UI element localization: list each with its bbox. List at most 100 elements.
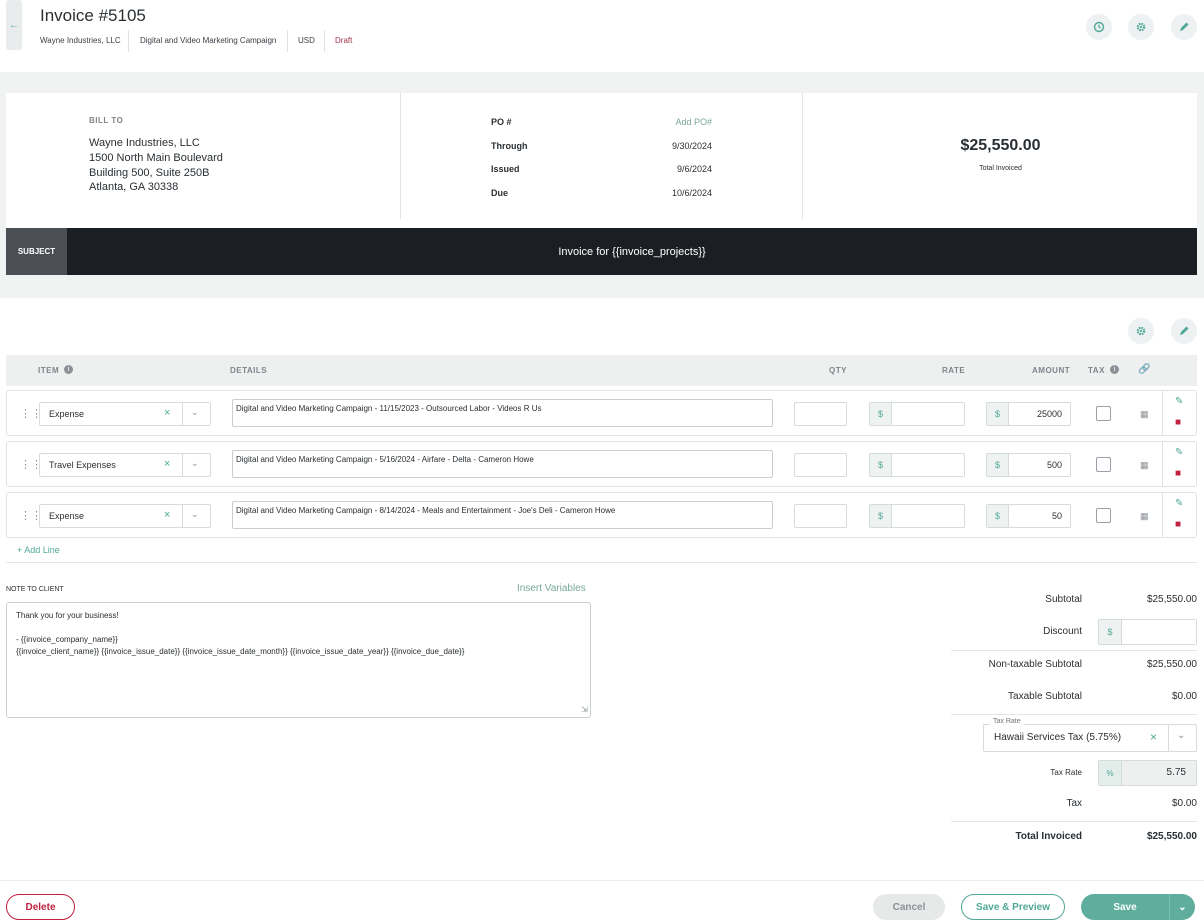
amount-input[interactable]: $ 25000 bbox=[986, 402, 1071, 426]
through-date[interactable]: 9/30/2024 bbox=[622, 141, 712, 151]
currency-symbol: $ bbox=[987, 454, 1009, 476]
back-button[interactable]: ← bbox=[6, 0, 22, 50]
rate-input[interactable]: $ bbox=[869, 504, 965, 528]
chevron-down-icon: ⌄ bbox=[1178, 901, 1187, 913]
currency-symbol: $ bbox=[870, 505, 892, 527]
delete-button[interactable]: Delete bbox=[6, 894, 75, 920]
tax-checkbox[interactable] bbox=[1096, 457, 1111, 472]
amount-value: 25000 bbox=[1036, 409, 1062, 419]
add-line-button[interactable]: + Add Line bbox=[17, 545, 60, 555]
add-po-link[interactable]: Add PO# bbox=[622, 117, 712, 127]
chevron-down-icon[interactable]: ⌄ bbox=[191, 407, 199, 418]
tax-rate-legend: Tax Rate bbox=[990, 718, 1024, 725]
drag-handle-icon[interactable]: ⋮⋮ bbox=[20, 459, 42, 471]
item-select[interactable]: Travel Expenses × ⌄ bbox=[39, 453, 211, 477]
cancel-button[interactable]: Cancel bbox=[873, 894, 945, 920]
clear-icon[interactable]: × bbox=[164, 407, 170, 419]
calculator-icon[interactable]: ▦ bbox=[1140, 511, 1149, 521]
link-icon[interactable]: 🔗 bbox=[1138, 364, 1150, 375]
subtotal-value: $25,550.00 bbox=[1146, 594, 1197, 605]
rate-input[interactable]: $ bbox=[869, 402, 965, 426]
tax-rate-label: Tax Rate bbox=[1050, 768, 1082, 777]
divider bbox=[802, 93, 803, 219]
save-preview-button[interactable]: Save & Preview bbox=[961, 894, 1065, 920]
resize-handle-icon[interactable]: ⇲ bbox=[581, 704, 588, 716]
pencil-icon[interactable]: ✎ bbox=[1175, 396, 1183, 407]
subject-text[interactable]: Invoice for {{invoice_projects}} bbox=[67, 228, 1197, 275]
details-input[interactable]: Digital and Video Marketing Campaign - 8… bbox=[232, 501, 773, 529]
save-options-button[interactable]: ⌄ bbox=[1169, 894, 1195, 920]
clear-icon[interactable]: × bbox=[1150, 730, 1157, 744]
tax-rate-select[interactable]: Hawaii Services Tax (5.75%) × ⌄ bbox=[983, 724, 1197, 752]
note-line: {{invoice_client_name}} {{invoice_issue_… bbox=[16, 647, 465, 656]
info-icon[interactable]: i bbox=[1110, 365, 1119, 374]
qty-input[interactable] bbox=[794, 504, 847, 528]
col-qty: QTY bbox=[829, 366, 847, 375]
trash-icon[interactable]: ■ bbox=[1175, 417, 1181, 428]
trash-icon[interactable]: ■ bbox=[1175, 519, 1181, 530]
table-row: ⋮⋮ Expense × ⌄ Digital and Video Marketi… bbox=[6, 492, 1197, 538]
details-input[interactable]: Digital and Video Marketing Campaign - 5… bbox=[232, 450, 773, 478]
subject-label: SUBJECT bbox=[6, 228, 67, 275]
amount-input[interactable]: $ 50 bbox=[986, 504, 1071, 528]
tax-rate-selected: Hawaii Services Tax (5.75%) bbox=[994, 732, 1122, 743]
history-icon bbox=[1093, 21, 1105, 33]
amount-input[interactable]: $ 500 bbox=[986, 453, 1071, 477]
due-label: Due bbox=[491, 188, 509, 198]
invoice-total-label: Total Invoiced bbox=[979, 165, 1022, 172]
invoice-total: $25,550.00 bbox=[960, 137, 1041, 154]
edit-button[interactable] bbox=[1171, 14, 1197, 40]
percent-symbol: % bbox=[1099, 761, 1122, 785]
bill-to-name: Wayne Industries, LLC bbox=[89, 137, 200, 149]
chevron-down-icon[interactable]: ⌄ bbox=[1177, 730, 1185, 741]
history-button[interactable] bbox=[1086, 14, 1112, 40]
total-invoiced-value: $25,550.00 bbox=[1146, 831, 1197, 842]
info-icon[interactable]: i bbox=[64, 365, 73, 374]
save-button[interactable]: Save bbox=[1081, 894, 1169, 920]
discount-input[interactable]: $ bbox=[1098, 619, 1197, 645]
rate-input[interactable]: $ bbox=[869, 453, 965, 477]
tax-checkbox[interactable] bbox=[1096, 406, 1111, 421]
due-date[interactable]: 10/6/2024 bbox=[622, 188, 712, 198]
divider bbox=[324, 30, 325, 52]
divider bbox=[400, 93, 401, 219]
item-select[interactable]: Expense × ⌄ bbox=[39, 504, 211, 528]
total-invoiced-label: Total Invoiced bbox=[1015, 831, 1083, 842]
currency-symbol: $ bbox=[870, 454, 892, 476]
tax-rate-input[interactable]: % 5.75 bbox=[1098, 760, 1197, 786]
line-items-header: ITEM i DETAILS QTY RATE AMOUNT TAX i 🔗 bbox=[6, 355, 1197, 386]
calculator-icon[interactable]: ▦ bbox=[1140, 460, 1149, 470]
chevron-down-icon[interactable]: ⌄ bbox=[191, 509, 199, 520]
currency-symbol: $ bbox=[987, 403, 1009, 425]
gear-icon bbox=[1136, 22, 1146, 32]
qty-input[interactable] bbox=[794, 402, 847, 426]
clear-icon[interactable]: × bbox=[164, 458, 170, 470]
invoice-header: ← Invoice #5105 Wayne Industries, LLC Di… bbox=[0, 0, 1204, 72]
issued-date[interactable]: 9/6/2024 bbox=[622, 164, 712, 174]
divider bbox=[182, 454, 183, 476]
line-edit-button[interactable] bbox=[1171, 318, 1197, 344]
item-select[interactable]: Expense × ⌄ bbox=[39, 402, 211, 426]
drag-handle-icon[interactable]: ⋮⋮ bbox=[20, 510, 42, 522]
currency-code: USD bbox=[298, 36, 315, 45]
tax-value: $0.00 bbox=[1171, 798, 1197, 809]
insert-variables-link[interactable]: Insert Variables bbox=[517, 583, 586, 594]
trash-icon[interactable]: ■ bbox=[1175, 468, 1181, 479]
settings-button[interactable] bbox=[1128, 14, 1154, 40]
pencil-icon[interactable]: ✎ bbox=[1175, 447, 1183, 458]
col-rate: RATE bbox=[942, 366, 966, 375]
note-textarea[interactable]: Thank you for your business! - {{invoice… bbox=[6, 602, 591, 718]
chevron-down-icon[interactable]: ⌄ bbox=[191, 458, 199, 469]
drag-handle-icon[interactable]: ⋮⋮ bbox=[20, 408, 42, 420]
divider bbox=[182, 505, 183, 527]
page-title: Invoice #5105 bbox=[40, 6, 146, 25]
qty-input[interactable] bbox=[794, 453, 847, 477]
calculator-icon[interactable]: ▦ bbox=[1140, 409, 1149, 419]
clear-icon[interactable]: × bbox=[164, 509, 170, 521]
tax-checkbox[interactable] bbox=[1096, 508, 1111, 523]
col-tax: TAX bbox=[1088, 366, 1105, 375]
pencil-icon[interactable]: ✎ bbox=[1175, 498, 1183, 509]
line-settings-button[interactable] bbox=[1128, 318, 1154, 344]
details-input[interactable]: Digital and Video Marketing Campaign - 1… bbox=[232, 399, 773, 427]
note-line: Thank you for your business! bbox=[16, 611, 119, 620]
